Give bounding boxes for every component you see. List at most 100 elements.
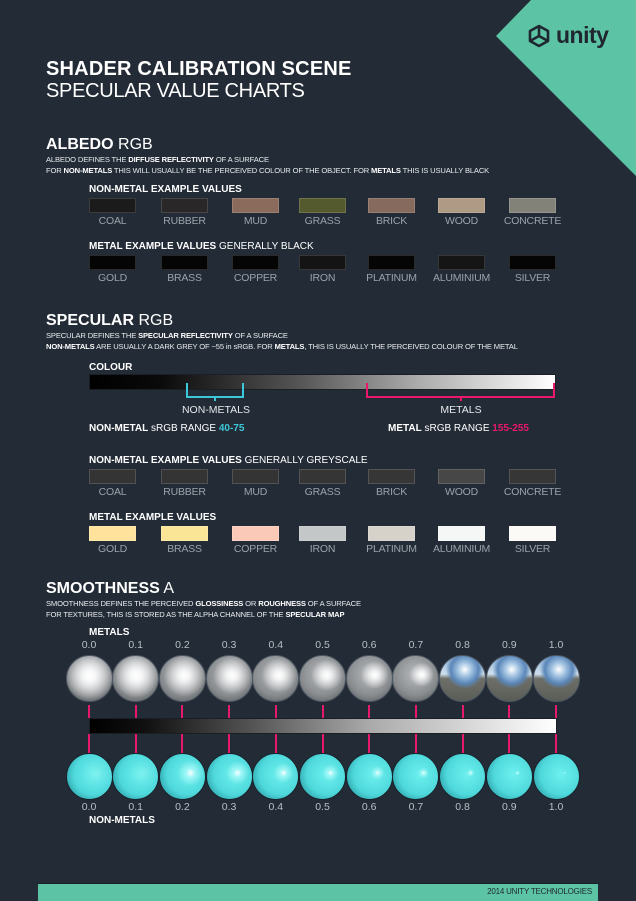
specular-metal-swatch-label: PLATINUM <box>366 543 417 555</box>
unity-logo: unity <box>526 22 609 49</box>
smoothness-tick-upper <box>134 705 137 718</box>
metal-srgb-range: METAL sRGB RANGE 155-255 <box>388 423 529 434</box>
smoothness-tick-lower <box>414 734 417 753</box>
specular-metal-swatch-label: GOLD <box>98 543 127 555</box>
metal-smoothness-value: 0.3 <box>221 639 237 651</box>
albedo-heading: ALBEDO RGB <box>46 136 153 154</box>
albedo-nonmetal-swatch-rubber <box>161 198 208 213</box>
nonmetal-sphere <box>65 753 113 800</box>
nonmetal-smoothness-value: 0.9 <box>501 801 517 813</box>
specular-metal-swatch-aluminium <box>438 526 485 541</box>
smoothness-nonmetals-label: NON-METALS <box>89 815 155 826</box>
metal-smoothness-value: 0.6 <box>361 639 377 651</box>
smoothness-tick-lower <box>134 734 137 753</box>
albedo-metal-swatch-label: GOLD <box>98 272 127 284</box>
specular-metal-swatch-platinum <box>368 526 415 541</box>
smoothness-tick-lower <box>508 734 511 753</box>
nonmetal-sphere <box>112 753 160 800</box>
albedo-nonmetal-swatch-grass <box>299 198 346 213</box>
specular-nonmetal-swatch-wood <box>438 469 485 484</box>
nonmetal-sphere <box>439 753 487 800</box>
smoothness-tick-upper <box>414 705 417 718</box>
metal-sphere <box>205 655 253 702</box>
albedo-metal-swatch-label: IRON <box>309 272 336 284</box>
specular-metal-swatch-label: BRASS <box>167 543 202 555</box>
metal-smoothness-value: 0.2 <box>175 639 190 651</box>
smoothness-tick-lower <box>461 734 464 753</box>
albedo-metal-heading: METAL EXAMPLE VALUES GENERALLY BLACK <box>89 241 314 252</box>
nonmetal-sphere <box>299 753 346 800</box>
smoothness-tick-upper <box>368 705 371 718</box>
unity-cube-icon <box>528 24 550 47</box>
specular-nonmetal-swatch-coal <box>89 469 136 484</box>
specular-nonmetal-swatch-mud <box>232 469 279 484</box>
nonmetal-smoothness-value: 1.0 <box>548 801 564 813</box>
specular-nonmetal-swatch-label: MUD <box>243 486 268 498</box>
metal-smoothness-value: 0.9 <box>501 639 517 651</box>
smoothness-gradient-bar <box>89 718 557 734</box>
smoothness-tick-upper <box>274 705 277 718</box>
smoothness-tick-upper <box>88 705 90 718</box>
albedo-nonmetal-swatch-mud <box>232 198 279 213</box>
footer-bar: 2014 UNITY TECHNOLOGIES <box>38 883 598 901</box>
nonmetal-sphere <box>252 753 300 800</box>
specular-nonmetal-swatch-label: WOOD <box>444 486 479 498</box>
specular-nonmetal-swatch-label: GRASS <box>304 486 341 498</box>
smoothness-tick-lower <box>88 734 90 753</box>
smoothness-tick-upper <box>508 705 511 718</box>
specular-metal-swatch-brass <box>161 526 208 541</box>
albedo-nonmetal-heading: NON-METAL EXAMPLE VALUES <box>89 184 242 195</box>
metal-sphere <box>439 655 487 702</box>
metal-sphere <box>299 655 346 702</box>
metal-sphere <box>158 655 206 702</box>
smoothness-tick-lower <box>181 734 184 753</box>
metal-smoothness-value: 1.0 <box>548 639 564 651</box>
specular-nonmetal-swatch-label: RUBBER <box>163 486 206 498</box>
nonmetal-smoothness-value: 0.1 <box>128 801 143 813</box>
nonmetal-smoothness-value: 0.6 <box>361 801 377 813</box>
albedo-nonmetal-swatch-brick <box>368 198 415 213</box>
albedo-metal-swatch-copper <box>232 255 279 270</box>
nonmetal-smoothness-value: 0.3 <box>221 801 237 813</box>
specular-metal-swatch-silver <box>509 526 556 541</box>
albedo-heading-light: RGB <box>118 136 153 153</box>
nonmetal-smoothness-value: 0.2 <box>175 801 190 813</box>
nonmetal-sphere <box>392 753 440 800</box>
specular-metal-swatch-gold <box>89 526 136 541</box>
smoothness-tick-upper <box>228 705 231 718</box>
specular-metal-swatch-label: SILVER <box>514 543 551 555</box>
nonmetal-range-bracket <box>186 383 244 401</box>
smoothness-tick-upper <box>321 705 324 718</box>
page-subtitle: SPECULAR VALUE CHARTS <box>46 80 305 102</box>
specular-nonmetal-swatch-label: CONCRETE <box>503 486 562 498</box>
metal-smoothness-value: 0.0 <box>81 639 97 651</box>
albedo-description: ALBEDO DEFINES THE DIFFUSE REFLECTIVITY … <box>46 155 490 175</box>
albedo-metal-swatch-label: BRASS <box>167 272 202 284</box>
specular-metal-heading: METAL EXAMPLE VALUES <box>89 512 217 523</box>
smoothness-description: SMOOTHNESS DEFINES THE PERCEIVED GLOSSIN… <box>46 599 361 619</box>
nonmetal-smoothness-value: 0.7 <box>408 801 424 813</box>
nonmetal-smoothness-value: 0.4 <box>268 801 284 813</box>
albedo-metal-swatch-silver <box>509 255 556 270</box>
page-title: SHADER CALIBRATION SCENE <box>46 58 352 80</box>
albedo-metal-swatch-gold <box>89 255 136 270</box>
albedo-metal-swatch-label: ALUMINIUM <box>432 272 491 284</box>
specular-nonmetal-heading: NON-METAL EXAMPLE VALUES GENERALLY GREYS… <box>89 455 368 466</box>
metal-sphere <box>65 655 113 702</box>
specular-nonmetal-swatch-concrete <box>509 469 556 484</box>
albedo-heading-bold: ALBEDO <box>46 136 114 153</box>
nonmetal-sphere <box>158 753 206 800</box>
metal-smoothness-value: 0.7 <box>408 639 424 651</box>
albedo-metal-swatch-iron <box>299 255 346 270</box>
specular-metal-swatch-iron <box>299 526 346 541</box>
nonmetal-sphere <box>205 753 253 800</box>
albedo-metal-swatch-label: COPPER <box>233 272 278 284</box>
specular-nonmetal-swatch-rubber <box>161 469 208 484</box>
nonmetal-sphere <box>532 753 580 800</box>
metal-sphere <box>532 655 580 702</box>
albedo-nonmetal-swatch-wood <box>438 198 485 213</box>
metal-smoothness-value: 0.8 <box>455 639 470 651</box>
smoothness-tick-lower <box>555 734 557 753</box>
logo-text: unity <box>556 22 609 48</box>
specular-nonmetal-swatch-grass <box>299 469 346 484</box>
